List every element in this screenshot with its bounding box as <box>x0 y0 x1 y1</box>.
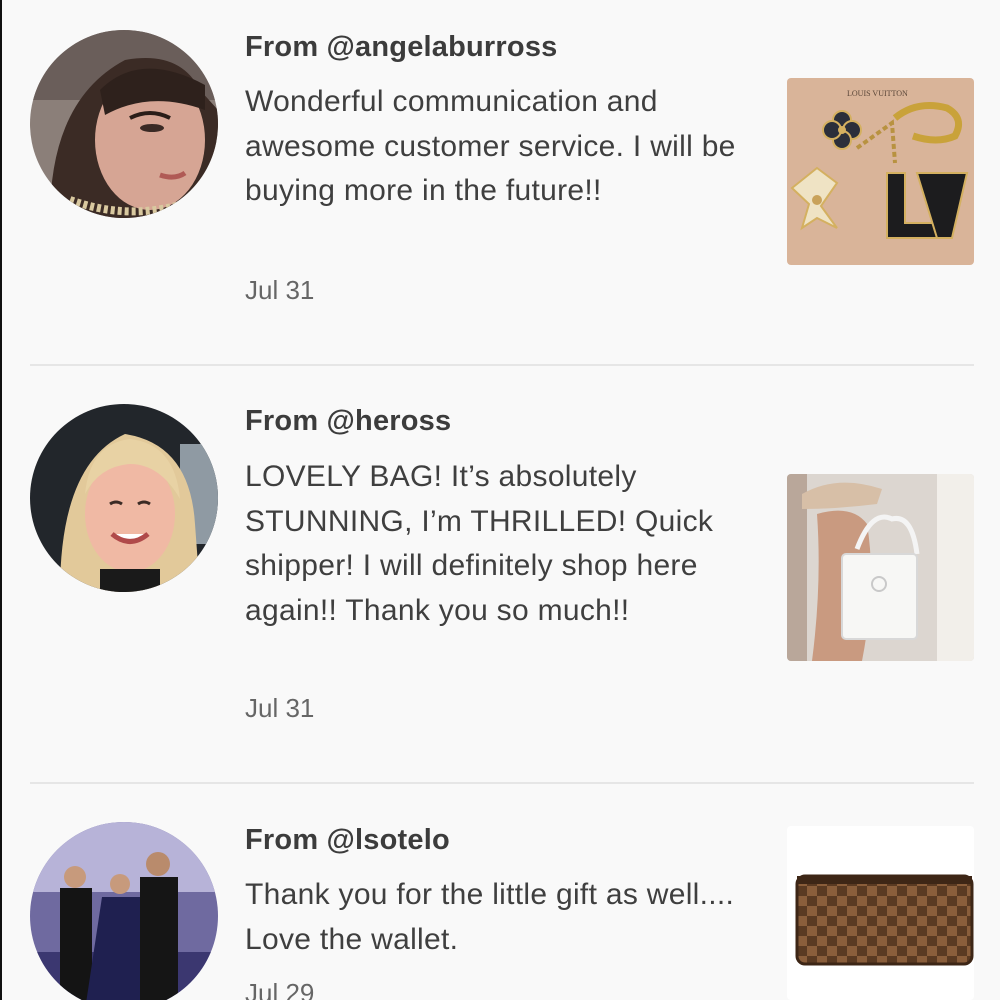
review-author[interactable]: From @lsotelo <box>245 824 450 857</box>
review-date: Jul 29 <box>245 978 315 1000</box>
review-text: Thank you for the little gift as well...… <box>245 878 735 956</box>
divider <box>30 364 974 366</box>
reviews-page: From @angelaburross Wonderful communicat… <box>0 0 1000 1000</box>
avatar[interactable] <box>30 822 218 1000</box>
review-author[interactable]: From @angelaburross <box>245 31 557 64</box>
avatar[interactable] <box>30 30 218 218</box>
review-author[interactable]: From @heross <box>245 405 451 438</box>
product-thumbnail[interactable]: LOUIS VUITTON <box>787 78 974 265</box>
avatar[interactable] <box>30 404 218 592</box>
product-thumbnail[interactable] <box>787 474 974 661</box>
review-date: Jul 31 <box>245 275 315 305</box>
review-date: Jul 31 <box>245 693 315 723</box>
review-text: Wonderful communication and awesome cust… <box>245 85 736 207</box>
review-text: LOVELY BAG! It’s absolutely STUNNING, I’… <box>245 460 714 627</box>
product-thumbnail[interactable] <box>787 826 974 1000</box>
divider <box>30 782 974 784</box>
brand-print: LOUIS VUITTON <box>847 89 908 98</box>
